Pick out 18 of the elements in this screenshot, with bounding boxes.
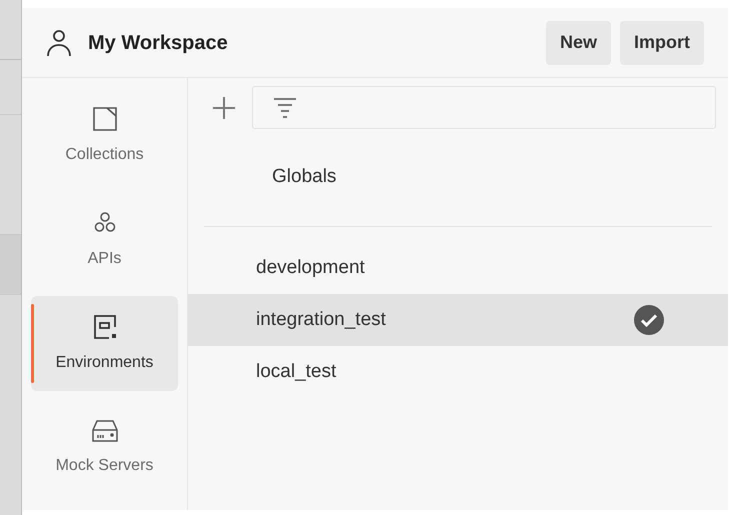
environment-row[interactable]: local_test <box>188 346 728 398</box>
user-icon <box>46 28 72 56</box>
filter-field[interactable] <box>252 86 716 129</box>
checkmark-icon <box>634 305 664 335</box>
nav-item[interactable]: Mock Servers <box>31 400 178 495</box>
filter-icon <box>273 96 297 118</box>
nav-item[interactable]: Environments <box>31 296 178 391</box>
add-icon[interactable] <box>212 96 236 120</box>
import-button[interactable]: Import <box>620 20 704 64</box>
nav-item[interactable]: Collections <box>31 88 178 183</box>
nav-item[interactable]: APIs <box>31 192 178 287</box>
new-button[interactable]: New <box>546 20 611 64</box>
folder-icon <box>90 104 118 132</box>
server-icon <box>90 418 120 444</box>
workspace-title: My Workspace <box>88 30 228 56</box>
environment-row[interactable]: development <box>188 242 728 294</box>
globals-item[interactable]: Globals <box>272 163 336 192</box>
environment-row[interactable]: integration_test <box>188 294 728 346</box>
